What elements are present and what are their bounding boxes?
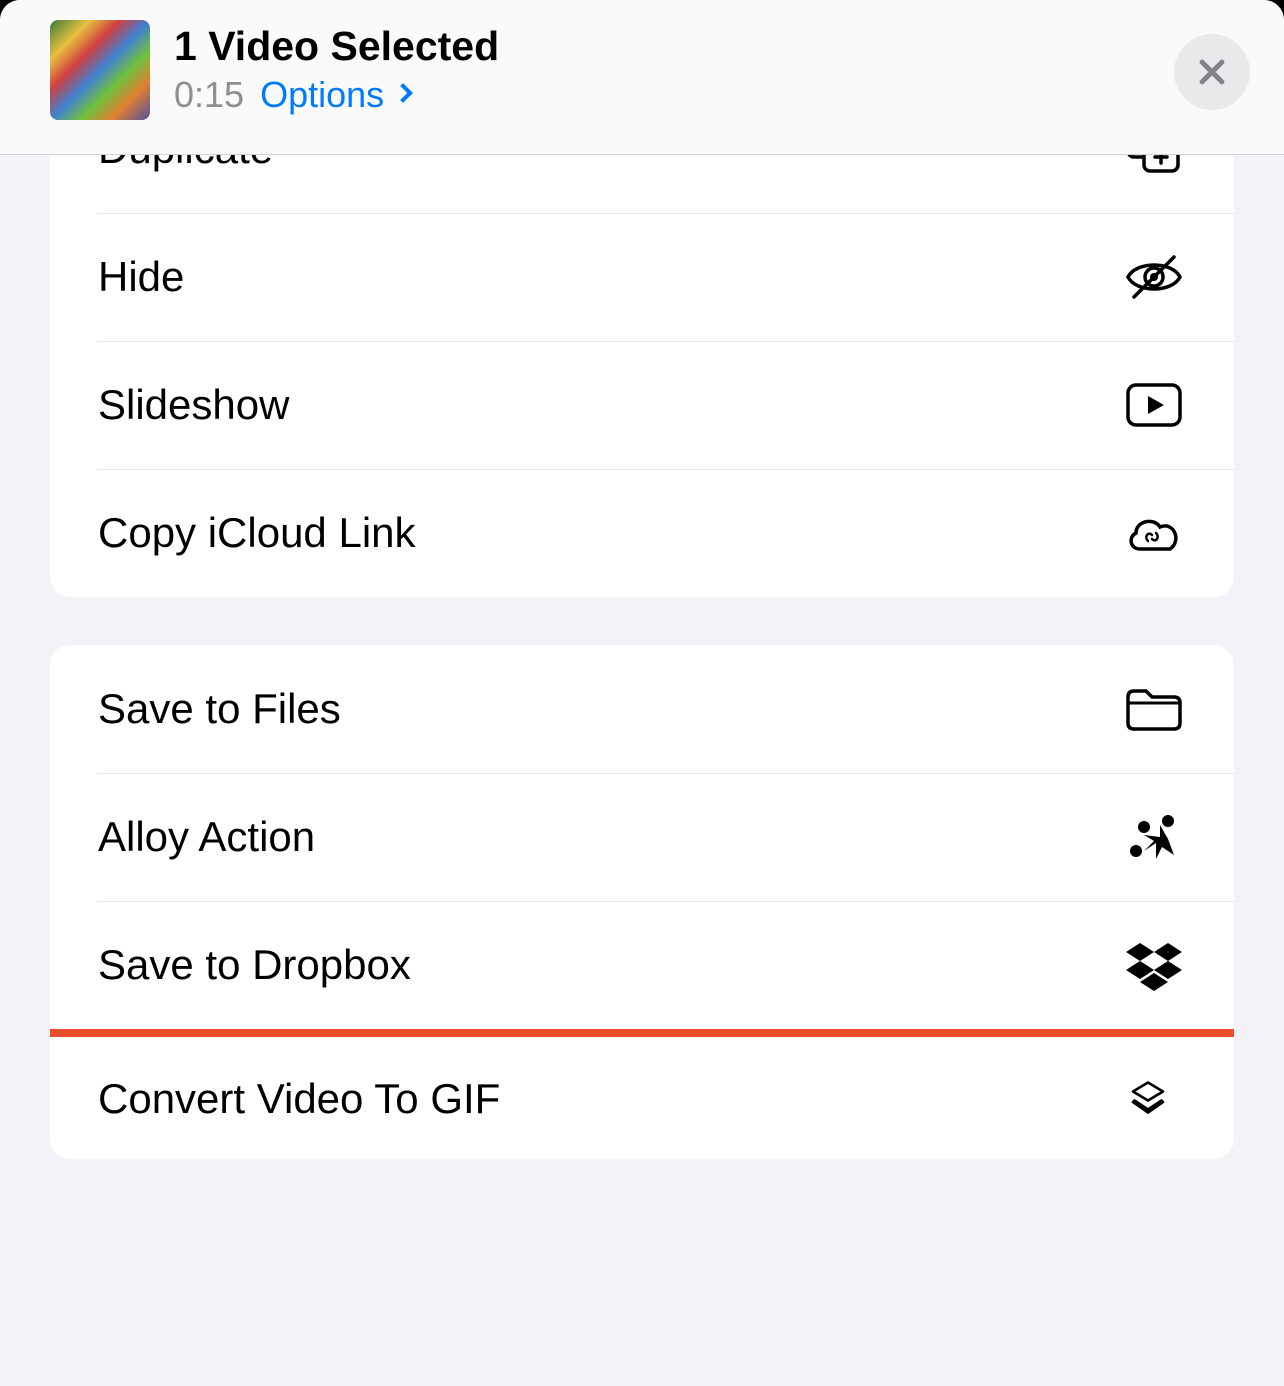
options-label: Options xyxy=(260,74,384,116)
action-group-2: Save to Files Alloy Action xyxy=(50,645,1234,1159)
video-thumbnail[interactable] xyxy=(50,20,150,120)
share-sheet-header: 1 Video Selected 0:15 Options xyxy=(0,0,1284,155)
convert-video-to-gif-action[interactable]: Convert Video To GIF xyxy=(50,1037,1234,1159)
duplicate-action[interactable]: Duplicate xyxy=(50,155,1234,213)
save-to-dropbox-action[interactable]: Save to Dropbox xyxy=(50,901,1234,1029)
action-group-1: Duplicate Hide xyxy=(50,155,1234,597)
action-label: Slideshow xyxy=(98,381,289,429)
cloud-link-icon xyxy=(1122,507,1186,559)
hide-action[interactable]: Hide xyxy=(50,213,1234,341)
action-label: Hide xyxy=(98,253,184,301)
share-sheet: 1 Video Selected 0:15 Options Duplicate xyxy=(0,0,1284,1386)
shortcuts-icon xyxy=(1122,1073,1186,1125)
action-label: Convert Video To GIF xyxy=(98,1075,500,1123)
alloy-action[interactable]: Alloy Action xyxy=(50,773,1234,901)
play-rectangle-icon xyxy=(1122,379,1186,431)
folder-icon xyxy=(1122,683,1186,735)
sheet-title: 1 Video Selected xyxy=(174,24,1234,69)
action-label: Duplicate xyxy=(98,155,273,173)
slideshow-action[interactable]: Slideshow xyxy=(50,341,1234,469)
alloy-icon xyxy=(1122,811,1186,863)
chevron-right-icon xyxy=(393,83,413,103)
action-label: Save to Dropbox xyxy=(98,941,411,989)
dropbox-icon xyxy=(1122,939,1186,991)
action-label: Copy iCloud Link xyxy=(98,509,416,557)
actions-content: Duplicate Hide xyxy=(0,155,1284,1386)
eye-slash-icon xyxy=(1122,251,1186,303)
subtitle-row: 0:15 Options xyxy=(174,74,1234,116)
action-label: Alloy Action xyxy=(98,813,315,861)
options-button[interactable]: Options xyxy=(260,74,410,116)
header-text: 1 Video Selected 0:15 Options xyxy=(174,24,1234,115)
save-to-files-action[interactable]: Save to Files xyxy=(50,645,1234,773)
action-label: Save to Files xyxy=(98,685,341,733)
close-button[interactable] xyxy=(1174,34,1250,110)
highlighted-action: Convert Video To GIF xyxy=(50,1029,1234,1159)
close-icon xyxy=(1195,55,1229,89)
copy-icloud-link-action[interactable]: Copy iCloud Link xyxy=(50,469,1234,597)
video-duration: 0:15 xyxy=(174,74,244,116)
duplicate-icon xyxy=(1122,155,1186,175)
